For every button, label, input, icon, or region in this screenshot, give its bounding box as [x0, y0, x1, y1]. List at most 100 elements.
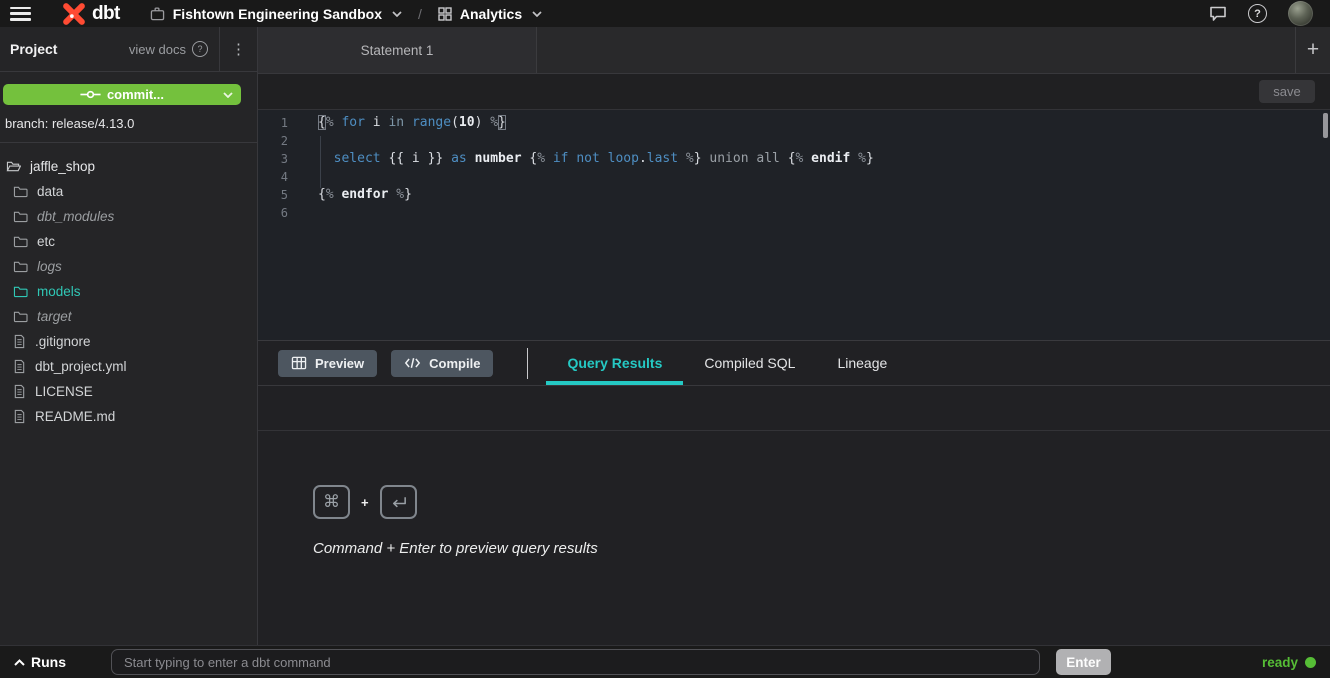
tree-item-data[interactable]: data — [0, 179, 257, 204]
new-tab-button[interactable]: + — [1295, 27, 1330, 73]
tree-item-label: logs — [37, 259, 62, 274]
tree-item-label: jaffle_shop — [30, 159, 95, 174]
chat-icon[interactable] — [1209, 5, 1227, 22]
tree-item--gitignore[interactable]: .gitignore — [0, 329, 257, 354]
results-header-strip — [258, 386, 1330, 431]
tree-item-label: target — [37, 309, 72, 324]
code-editor[interactable]: 123456 {% for i in range(10) %} select {… — [258, 110, 1330, 340]
tree-item-license[interactable]: LICENSE — [0, 379, 257, 404]
table-icon — [291, 356, 307, 370]
tab-statement-1[interactable]: Statement 1 — [258, 27, 537, 73]
branch-label: branch: release/4.13.0 — [0, 105, 257, 143]
chevron-down-icon — [532, 11, 542, 17]
tree-item-dbt-project-yml[interactable]: dbt_project.yml — [0, 354, 257, 379]
sidebar-header: Project view docs ? ⋮ — [0, 27, 257, 72]
chevron-up-icon — [14, 659, 25, 666]
enter-button[interactable]: Enter — [1056, 649, 1111, 675]
runs-label: Runs — [31, 654, 66, 670]
code-line-1: {% for i in range(10) %} — [318, 114, 874, 132]
dbt-logo: dbt — [62, 2, 120, 26]
panel-tab-lineage[interactable]: Lineage — [816, 341, 908, 385]
commit-label: commit... — [107, 87, 164, 102]
compile-label: Compile — [429, 356, 480, 371]
top-bar-actions: ? — [1209, 1, 1330, 26]
git-commit-icon — [80, 89, 101, 100]
results-tabs: Query ResultsCompiled SQLLineage — [546, 341, 908, 385]
tab-label: Statement 1 — [361, 43, 434, 58]
tree-item-label: README.md — [35, 409, 115, 424]
file-icon — [13, 409, 26, 424]
line-number-gutter: 123456 — [258, 114, 310, 340]
docs-help-icon: ? — [192, 41, 208, 57]
project-name: Analytics — [460, 6, 522, 22]
code-line-2 — [318, 132, 874, 150]
tree-item-target[interactable]: target — [0, 304, 257, 329]
tree-item-readme-md[interactable]: README.md — [0, 404, 257, 429]
chevron-down-icon[interactable] — [223, 92, 233, 98]
folder-icon — [13, 260, 28, 273]
dbt-cloud-ide: dbt Fishtown Engineering Sandbox / Analy… — [0, 0, 1330, 678]
compile-button[interactable]: Compile — [391, 350, 493, 377]
account-name: Fishtown Engineering Sandbox — [173, 6, 382, 22]
editor-tab-bar: Statement 1 + — [258, 27, 1330, 74]
toolbar-divider — [527, 348, 528, 379]
file-icon — [13, 359, 26, 374]
folder-icon — [13, 210, 28, 223]
plus-separator: + — [361, 495, 369, 510]
results-toolbar: Preview Compile Query ResultsCompiled SQ… — [258, 341, 1330, 386]
commit-button[interactable]: commit... — [3, 84, 241, 105]
editor-scrollbar[interactable] — [1323, 113, 1328, 138]
top-bar: dbt Fishtown Engineering Sandbox / Analy… — [0, 0, 1330, 27]
code-icon — [404, 356, 421, 370]
folder-open-icon — [6, 160, 21, 173]
status-bar: Runs Enter ready — [0, 645, 1330, 678]
results-content: ⌘ + Command + Enter to preview query res… — [258, 431, 1330, 557]
code-line-5: {% endfor %} — [318, 186, 874, 204]
sidebar: Project view docs ? ⋮ commit... branch: … — [0, 27, 258, 645]
file-tree: jaffle_shopdata dbt_modulesetc logs models t… — [0, 143, 257, 429]
panel-tab-compiled-sql[interactable]: Compiled SQL — [683, 341, 816, 385]
file-icon — [13, 334, 26, 349]
ready-status: ready — [1262, 655, 1316, 670]
dbt-logo-mark — [62, 2, 86, 26]
code-content: {% for i in range(10) %} select {{ i }} … — [310, 114, 874, 340]
tree-item-jaffle-shop[interactable]: jaffle_shop — [0, 154, 257, 179]
tree-item-label: dbt_project.yml — [35, 359, 127, 374]
editor-toolbar: save — [258, 74, 1330, 110]
account-switcher[interactable]: Fishtown Engineering Sandbox — [150, 6, 402, 22]
tree-item-logs[interactable]: logs — [0, 254, 257, 279]
status-dot-icon — [1305, 657, 1316, 668]
tree-item-label: data — [37, 184, 63, 199]
shortcut-hint: Command + Enter to preview query results — [313, 540, 1330, 557]
main-area: Statement 1 + save 123456 {% for i in ra… — [258, 27, 1330, 645]
help-qmark: ? — [1254, 8, 1261, 20]
shortcut-keys: ⌘ + — [313, 485, 1330, 519]
panel-tab-query-results[interactable]: Query Results — [546, 341, 683, 385]
tree-item-models[interactable]: models — [0, 279, 257, 304]
ready-label: ready — [1262, 655, 1298, 670]
kebab-menu-icon[interactable]: ⋮ — [219, 27, 257, 71]
menu-icon[interactable] — [10, 7, 31, 21]
file-icon — [13, 384, 26, 399]
code-line-6 — [318, 204, 874, 222]
command-key-icon: ⌘ — [313, 485, 350, 519]
tree-item-label: LICENSE — [35, 384, 93, 399]
runs-toggle[interactable]: Runs — [14, 654, 66, 670]
dbt-command-input[interactable] — [111, 649, 1040, 675]
enter-key-icon — [380, 485, 417, 519]
help-icon[interactable]: ? — [1248, 4, 1267, 23]
folder-icon — [13, 235, 28, 248]
folder-icon — [13, 185, 28, 198]
folder-icon — [13, 285, 28, 298]
user-avatar[interactable] — [1288, 1, 1313, 26]
tree-item-label: models — [37, 284, 81, 299]
project-switcher[interactable]: Analytics — [438, 6, 542, 22]
folder-icon — [13, 310, 28, 323]
save-button[interactable]: save — [1259, 80, 1315, 103]
tree-item-dbt-modules[interactable]: dbt_modules — [0, 204, 257, 229]
tree-item-etc[interactable]: etc — [0, 229, 257, 254]
view-docs-label: view docs — [129, 42, 186, 57]
view-docs-link[interactable]: view docs ? — [129, 41, 219, 57]
preview-button[interactable]: Preview — [278, 350, 377, 377]
grid-icon — [438, 7, 452, 21]
